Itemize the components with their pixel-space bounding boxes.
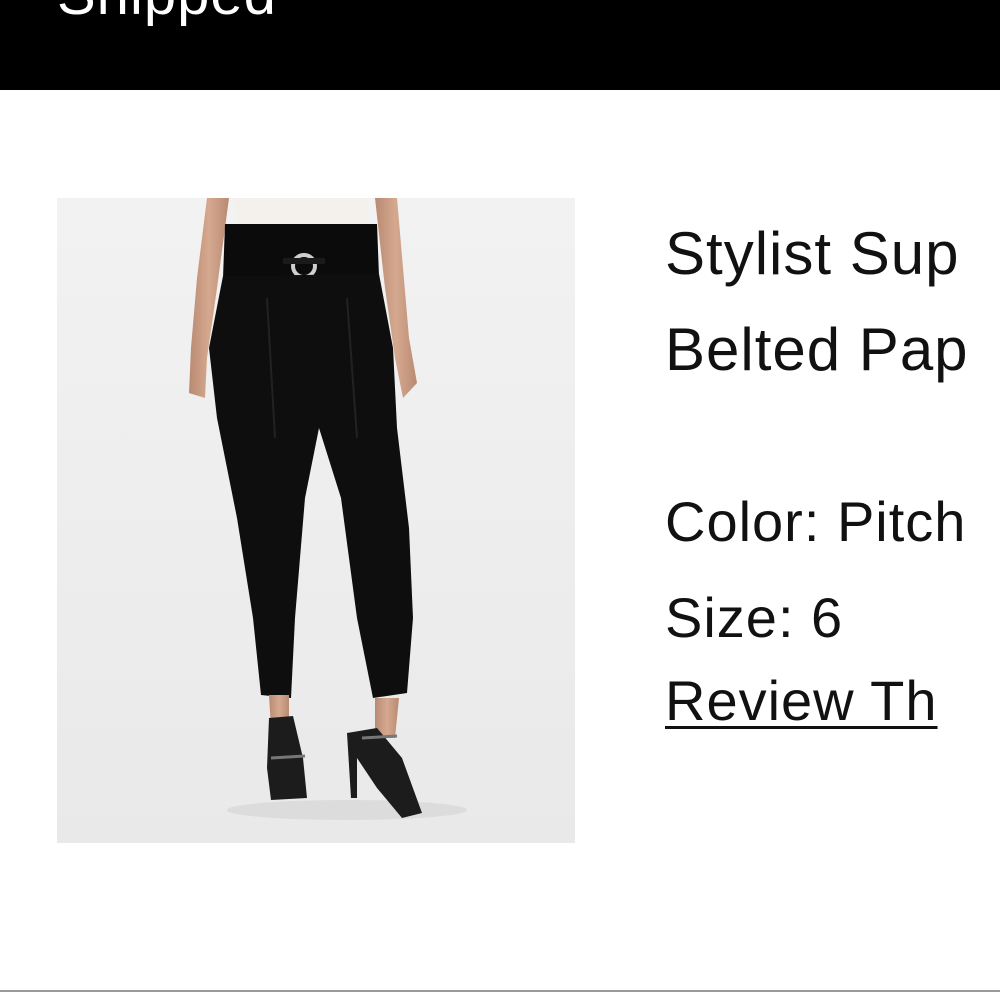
pants-photo-icon — [57, 198, 575, 843]
product-name-line-1[interactable]: Stylist Sup — [665, 206, 1000, 302]
order-status-label: Shipped — [57, 0, 277, 24]
order-status-bar: Shipped — [0, 0, 1000, 90]
review-this-item-link[interactable]: Review Th — [665, 666, 938, 736]
product-size: Size: 6 — [665, 586, 844, 649]
section-divider — [0, 990, 1000, 992]
product-details: Stylist Sup Belted Pap Color: Pitch Size… — [665, 206, 1000, 736]
product-color: Color: Pitch — [665, 490, 967, 553]
product-name-line-2[interactable]: Belted Pap — [665, 302, 1000, 398]
product-image[interactable] — [57, 198, 575, 843]
